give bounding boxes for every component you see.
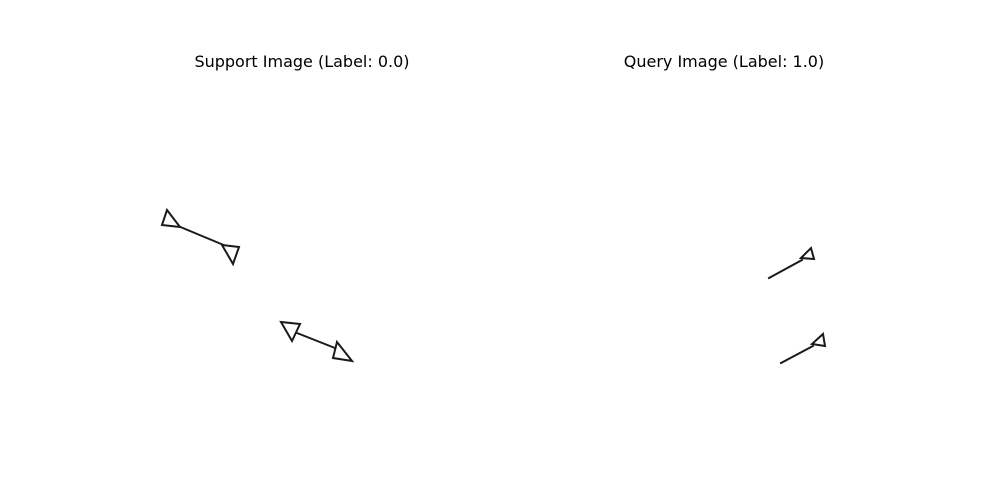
query-arrow-1-shaft [767,258,804,280]
support-arrow-2-head-left [279,320,302,344]
support-arrow-2-shaft [295,331,342,352]
figure-canvas [160,207,827,365]
support-arrow-1-shaft [176,224,228,248]
query-arrow-1-head [798,246,816,261]
support-double-arrow-2 [279,320,355,363]
support-double-arrow-1 [160,207,241,267]
query-arrow-2-head [809,332,827,348]
support-arrow-1-head-right [220,243,241,267]
support-arrow-2-head-right [331,339,355,363]
query-arrow-2-shaft [779,344,815,365]
support-arrow-1-head-left [160,207,183,229]
query-arrow-1 [767,246,816,280]
query-arrow-2 [779,332,827,365]
